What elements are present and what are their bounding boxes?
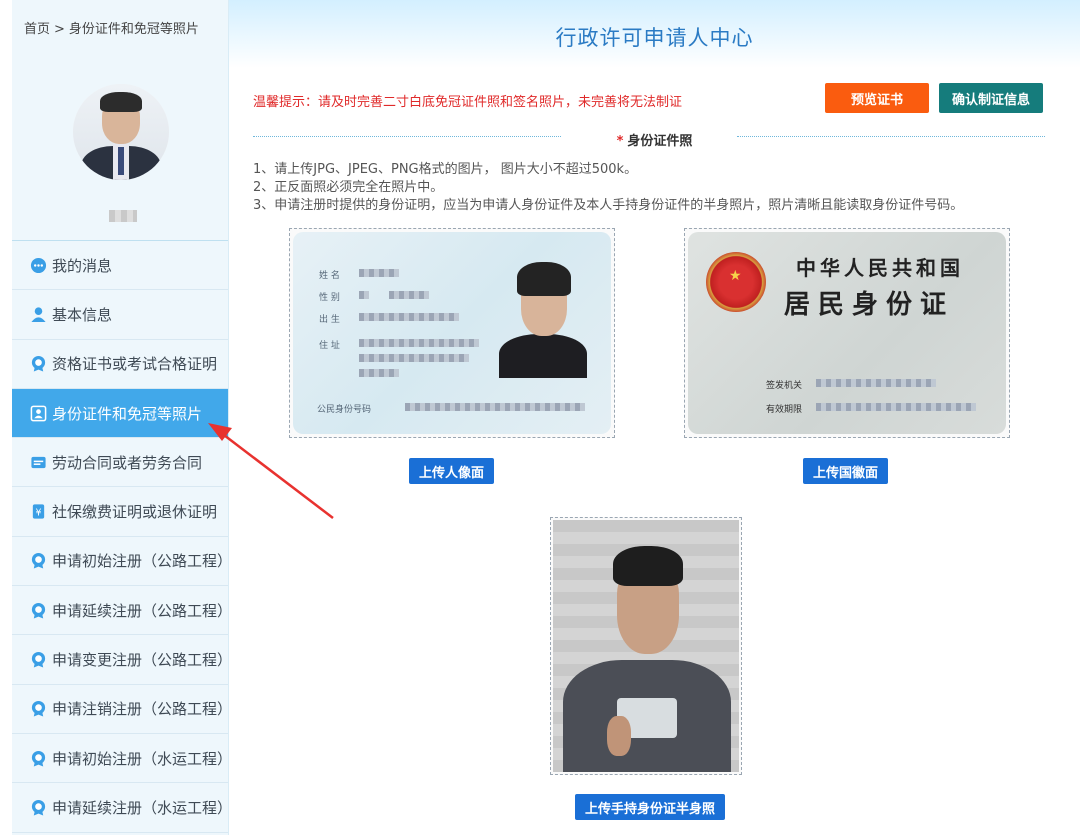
sidebar-item-label: 申请初始注册（公路工程）	[52, 552, 233, 571]
redacted-text	[359, 369, 399, 377]
id-front-upload-area[interactable]: 姓 名 性 别 出 生 住 址 公民身份号码	[289, 228, 615, 438]
id-back-title: 居民身份证	[784, 290, 955, 320]
id-front-image: 姓 名 性 别 出 生 住 址 公民身份号码	[293, 232, 611, 434]
badge-icon	[31, 651, 46, 668]
section-title-text: 身份证件照	[627, 134, 693, 149]
redacted-text	[389, 291, 429, 299]
sidebar-item-initial-waterway[interactable]: 申请初始注册（水运工程）	[12, 734, 233, 784]
instruction-line: 3、申请注册时提供的身份证明，应当为申请人身份证件及本人手持身份证件的半身照片，…	[253, 198, 964, 213]
id-card-icon	[30, 405, 47, 421]
section-title: * 身份证件照	[229, 130, 1080, 149]
contract-icon	[31, 456, 46, 468]
id-back-image: ★ 中华人民共和国 居民身份证 签发机关 有效期限	[688, 232, 1006, 434]
badge-icon	[31, 799, 46, 816]
instruction-line: 2、正反面照必须完全在照片中。	[253, 180, 444, 195]
breadcrumb-home-link[interactable]: 首页	[24, 22, 50, 37]
badge-icon	[31, 750, 46, 767]
redacted-text	[359, 269, 399, 277]
sidebar-item-qualification[interactable]: 资格证书或考试合格证明	[12, 340, 228, 389]
sidebar: 首页 > 身份证件和免冠等照片 我的消息 基本信息 资格证书或考试合格证明 身份证件…	[12, 0, 233, 835]
sidebar-item-label: 我的消息	[52, 256, 113, 275]
sidebar-item-label: 申请延续注册（水运工程）	[52, 798, 233, 817]
breadcrumb: 首页 > 身份证件和免冠等照片	[12, 0, 228, 52]
message-icon	[30, 257, 47, 273]
sidebar-item-label: 申请延续注册（公路工程）	[52, 601, 233, 620]
upload-handheld-button[interactable]: 上传手持身份证半身照	[575, 794, 726, 820]
instruction-line: 1、请上传JPG、JPEG、PNG格式的图片， 图片大小不超过500k。	[253, 162, 638, 177]
sidebar-item-cancel-highway[interactable]: 申请注销注册（公路工程）	[12, 685, 233, 734]
section-divider-right	[737, 136, 1045, 137]
sidebar-item-renew-waterway[interactable]: 申请延续注册（水运工程）	[12, 783, 233, 833]
breadcrumb-separator: >	[54, 22, 65, 37]
badge-icon	[31, 602, 46, 619]
page-header: 行政许可申请人中心	[229, 0, 1080, 68]
redacted-text	[359, 354, 469, 362]
warning-tip: 温馨提示：请及时完善二寸白底免冠证件照和签名照片，未完善将无法制证	[253, 95, 683, 110]
breadcrumb-current: 身份证件和免冠等照片	[68, 22, 199, 37]
sidebar-item-id-photos[interactable]: 身份证件和免冠等照片	[12, 388, 228, 439]
id-address-label: 住 址	[319, 341, 340, 351]
sidebar-item-label: 申请注销注册（公路工程）	[52, 700, 233, 719]
id-back-country: 中华人民共和国	[796, 256, 964, 280]
handheld-photo-upload-area[interactable]	[550, 517, 742, 775]
badge-icon	[31, 356, 46, 372]
id-validity-label: 有效期限	[766, 405, 803, 415]
user-name-redacted	[109, 210, 137, 222]
sidebar-item-basic-info[interactable]: 基本信息	[12, 290, 228, 340]
redacted-text	[359, 339, 479, 347]
id-name-label: 姓 名	[319, 271, 340, 281]
preview-certificate-button[interactable]: 预览证书	[825, 83, 929, 113]
user-profile	[12, 52, 228, 241]
id-back-upload-area[interactable]: ★ 中华人民共和国 居民身份证 签发机关 有效期限	[684, 228, 1010, 438]
required-star: *	[616, 134, 624, 149]
main-content: 温馨提示：请及时完善二寸白底免冠证件照和签名照片，未完善将无法制证 预览证书 确…	[229, 68, 1080, 835]
upload-front-button[interactable]: 上传人像面	[409, 458, 495, 484]
sidebar-item-label: 身份证件和免冠等照片	[52, 404, 203, 423]
redacted-text	[405, 403, 585, 411]
page-title: 行政许可申请人中心	[555, 26, 754, 50]
redacted-text	[359, 313, 459, 321]
upload-back-button[interactable]: 上传国徽面	[803, 458, 889, 484]
id-authority-label: 签发机关	[766, 381, 803, 391]
insurance-icon: ¥	[32, 504, 45, 519]
sidebar-item-label: 申请变更注册（公路工程）	[52, 651, 233, 670]
upload-instructions: 1、请上传JPG、JPEG、PNG格式的图片， 图片大小不超过500k。 2、正…	[253, 161, 963, 215]
badge-icon	[31, 553, 46, 569]
confirm-certificate-info-button[interactable]: 确认制证信息	[939, 83, 1043, 113]
sidebar-item-change-highway[interactable]: 申请变更注册（公路工程）	[12, 635, 233, 685]
sidebar-item-initial-highway[interactable]: 申请初始注册（公路工程）	[12, 537, 233, 587]
sidebar-item-social-insurance[interactable]: ¥ 社保缴费证明或退休证明	[12, 487, 228, 537]
id-birth-label: 出 生	[319, 315, 340, 325]
redacted-text	[359, 291, 369, 299]
national-emblem-icon: ★	[706, 252, 766, 312]
id-portrait	[499, 254, 587, 378]
user-icon	[31, 307, 46, 322]
avatar	[73, 84, 169, 180]
handheld-id-photo	[553, 520, 739, 772]
badge-icon	[31, 701, 46, 717]
redacted-text	[816, 403, 976, 411]
sidebar-item-messages[interactable]: 我的消息	[12, 241, 228, 291]
sidebar-item-label: 申请初始注册（水运工程）	[52, 749, 233, 768]
sidebar-item-label: 基本信息	[52, 305, 113, 324]
id-number-label: 公民身份号码	[317, 405, 372, 415]
sidebar-item-label: 社保缴费证明或退休证明	[52, 503, 218, 522]
svg-text:¥: ¥	[35, 507, 41, 518]
sidebar-item-label: 资格证书或考试合格证明	[52, 355, 218, 374]
sidebar-item-renew-highway[interactable]: 申请延续注册（公路工程）	[12, 586, 233, 636]
sidebar-item-labor-contract[interactable]: 劳动合同或者劳务合同	[12, 438, 228, 488]
redacted-text	[816, 379, 936, 387]
id-gender-label: 性 别	[319, 293, 340, 303]
sidebar-item-label: 劳动合同或者劳务合同	[52, 453, 203, 472]
